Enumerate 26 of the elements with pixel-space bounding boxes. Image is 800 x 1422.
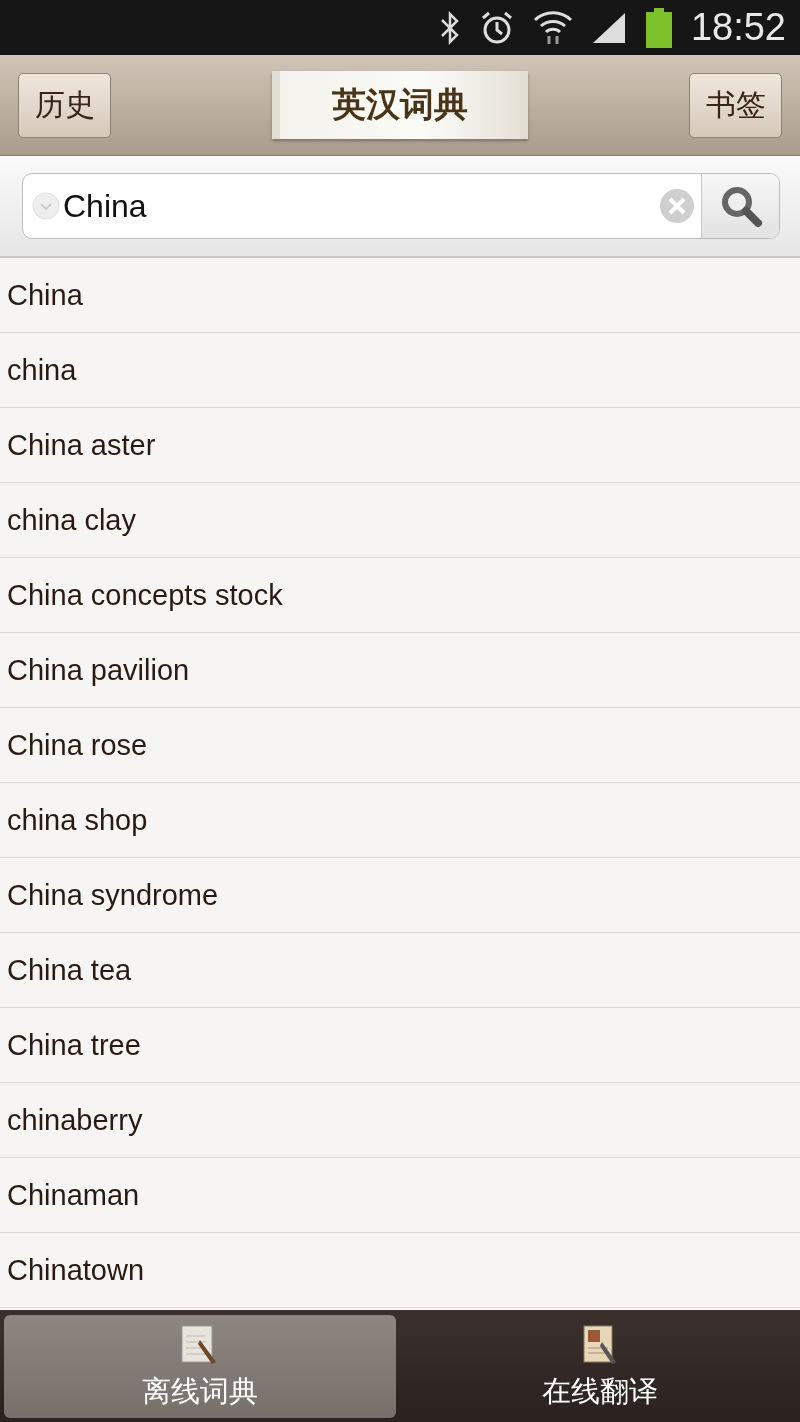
result-item[interactable]: China syndrome (0, 858, 800, 933)
result-item[interactable]: China tea (0, 933, 800, 1008)
result-item[interactable]: China (0, 258, 800, 333)
bluetooth-icon (438, 10, 461, 45)
history-button[interactable]: 历史 (18, 72, 111, 138)
clock-time: 18:52 (690, 6, 786, 49)
result-item[interactable]: chinaberry (0, 1083, 800, 1158)
result-item[interactable]: China concepts stock (0, 558, 800, 633)
battery-icon (644, 7, 673, 48)
result-item[interactable]: China pavilion (0, 633, 800, 708)
bookmark-button[interactable]: 书签 (689, 72, 782, 138)
search-box[interactable]: China (22, 173, 780, 239)
app-title: 英汉词典 (332, 83, 468, 126)
bottom-tab[interactable]: 离线词典 (4, 1315, 396, 1418)
result-item[interactable]: Chinaman (0, 1158, 800, 1233)
result-item[interactable]: China rose (0, 708, 800, 783)
search-button[interactable] (701, 174, 779, 238)
bottom-tab[interactable]: 在线翻译 (404, 1315, 796, 1418)
result-item[interactable]: China tree (0, 1008, 800, 1083)
result-item[interactable]: china clay (0, 483, 800, 558)
result-item[interactable]: Chinatown (0, 1233, 800, 1308)
result-item[interactable]: China aster (0, 408, 800, 483)
result-item[interactable]: china shop (0, 783, 800, 858)
result-item[interactable]: china (0, 333, 800, 408)
wifi-icon (532, 9, 573, 46)
dropdown-icon (31, 191, 61, 221)
